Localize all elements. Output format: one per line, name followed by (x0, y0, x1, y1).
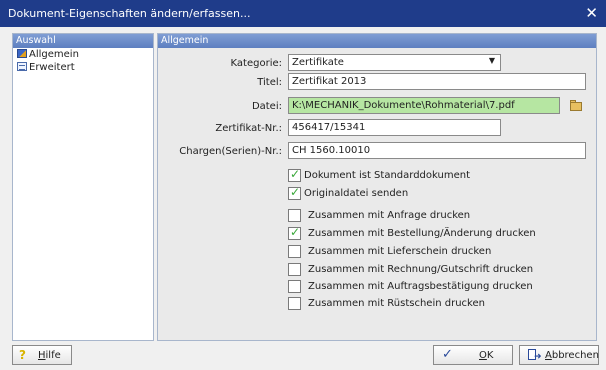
checkbox-label: Dokument ist Standarddokument (304, 170, 470, 181)
window-title: Dokument-Eigenschaften ändern/erfassen..… (8, 7, 251, 20)
folder-body (570, 102, 582, 111)
ok-button[interactable]: ✓ OK (433, 345, 513, 365)
ok-button-label: OK (479, 350, 493, 361)
title-bar: Dokument-Eigenschaften ändern/erfassen..… (0, 0, 606, 27)
checkbox-label: Zusammen mit Bestellung/Änderung drucken (308, 228, 536, 239)
checkbox[interactable] (288, 297, 301, 310)
properties-icon (17, 49, 27, 58)
chargen-nr-input[interactable]: CH 1560.10010 (288, 142, 586, 159)
datei-label: Datei: (251, 101, 282, 112)
zertifikat-nr-label: Zertifikat-Nr.: (215, 123, 282, 134)
checkbox-label: Zusammen mit Lieferschein drucken (308, 246, 492, 257)
tree-item-erweitert[interactable]: Erweitert (17, 62, 75, 74)
checkbox[interactable] (288, 209, 301, 222)
mnemonic: A (545, 350, 552, 361)
list-icon (17, 62, 27, 71)
checkbox-label: Zusammen mit Rüstschein drucken (308, 298, 485, 309)
folder-open-icon[interactable] (568, 97, 585, 114)
checkbox[interactable] (288, 280, 301, 293)
selection-panel: Auswahl Allgemein Erweitert (12, 33, 154, 341)
chevron-down-icon[interactable]: ▼ (489, 56, 495, 65)
checkmark-icon: ✓ (442, 347, 453, 362)
tree-item-label: Erweitert (29, 62, 75, 73)
kategorie-select[interactable]: Zertifikate ▼ (288, 54, 501, 71)
checkmark-icon: ✓ (290, 185, 301, 199)
mnemonic: O (479, 350, 487, 361)
tree-item-allgemein[interactable]: Allgemein (17, 49, 79, 61)
mnemonic: H (38, 350, 46, 361)
checkmark-icon: ✓ (290, 167, 301, 181)
exit-icon: ➜ (528, 349, 542, 362)
close-icon[interactable]: ✕ (585, 4, 598, 22)
kategorie-label: Kategorie: (230, 58, 282, 69)
help-icon: ? (19, 348, 26, 362)
selection-panel-header: Auswahl (13, 34, 153, 48)
cancel-button-label: Abbrechen (545, 350, 599, 361)
dialog-window: Dokument-Eigenschaften ändern/erfassen..… (0, 0, 606, 370)
checkbox-label: Zusammen mit Rechnung/Gutschrift drucken (308, 264, 534, 275)
chargen-nr-label: Chargen(Serien)-Nr.: (179, 146, 282, 157)
exit-icon-arrow: ➜ (534, 352, 542, 362)
label-rest: bbrechen (551, 350, 599, 361)
checkbox[interactable] (288, 245, 301, 258)
kategorie-value: Zertifikate (292, 57, 344, 68)
label-rest: ilfe (45, 350, 61, 361)
titel-label: Titel: (257, 77, 282, 88)
checkbox[interactable]: ✓ (288, 225, 301, 240)
checkbox[interactable]: ✓ (288, 185, 301, 200)
zertifikat-nr-input[interactable]: 456417/15341 (288, 119, 501, 136)
datei-input[interactable]: K:\MECHANIK_Dokumente\Rohmaterial\7.pdf (288, 97, 560, 114)
checkbox[interactable]: ✓ (288, 167, 301, 182)
checkbox-label: Zusammen mit Anfrage drucken (308, 210, 471, 221)
general-panel-header: Allgemein (158, 34, 596, 48)
help-button-label: Hilfe (38, 350, 61, 361)
label-rest: K (486, 350, 494, 361)
titel-input[interactable]: Zertifikat 2013 (288, 73, 586, 90)
cancel-button[interactable]: ➜ Abbrechen (519, 345, 599, 365)
general-panel: Allgemein Kategorie: Zertifikate ▼ Titel… (157, 33, 597, 341)
checkmark-icon: ✓ (290, 225, 301, 239)
checkbox-label: Originaldatei senden (304, 188, 409, 199)
checkbox[interactable] (288, 263, 301, 276)
help-button[interactable]: ? Hilfe (12, 345, 72, 365)
tree-item-label: Allgemein (29, 49, 79, 60)
checkbox-label: Zusammen mit Auftragsbestätigung drucken (308, 281, 533, 292)
